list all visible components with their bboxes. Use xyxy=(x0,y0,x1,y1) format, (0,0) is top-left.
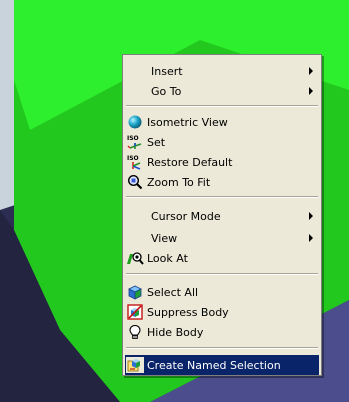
menu-item-label: View xyxy=(151,231,178,245)
menu-item-set[interactable]: ISO Set xyxy=(125,132,319,152)
menu-item-label: Set xyxy=(147,135,166,149)
menu-item-label: Suppress Body xyxy=(147,305,229,319)
submenu-arrow-icon xyxy=(309,87,313,95)
menu-item-zoom-to-fit[interactable]: Zoom To Fit xyxy=(125,172,319,192)
hide-body-icon xyxy=(126,324,144,340)
menu-item-label: Go To xyxy=(151,84,182,98)
look-at-icon xyxy=(126,250,144,266)
menu-item-go-to[interactable]: Go To xyxy=(125,81,319,101)
menu-item-label: Isometric View xyxy=(147,115,228,129)
menu-item-select-all[interactable]: Select All xyxy=(125,282,319,302)
isometric-sphere-icon xyxy=(126,114,144,130)
menu-item-label: Look At xyxy=(147,251,188,265)
menu-separator xyxy=(126,347,318,349)
iso-restore-icon: ISO xyxy=(126,154,144,170)
menu-item-label: Hide Body xyxy=(147,325,204,339)
named-selection-icon xyxy=(126,357,144,373)
iso-restore-icon-text: ISO xyxy=(127,155,139,162)
menu-item-label: Zoom To Fit xyxy=(147,175,211,189)
submenu-arrow-icon xyxy=(309,234,313,242)
menu-item-insert[interactable]: Insert xyxy=(125,61,319,81)
menu-item-restore-default[interactable]: ISO Restore Default xyxy=(125,152,319,172)
menu-item-label: Restore Default xyxy=(147,155,233,169)
submenu-arrow-icon xyxy=(309,67,313,75)
menu-separator xyxy=(126,196,318,198)
menu-separator xyxy=(126,273,318,275)
menu-item-cursor-mode[interactable]: Cursor Mode xyxy=(125,206,319,226)
iso-set-icon: ISO xyxy=(126,134,144,150)
zoom-to-fit-icon xyxy=(126,174,144,190)
menu-item-create-named-selection[interactable]: Create Named Selection xyxy=(125,355,319,375)
menu-item-label: Insert xyxy=(151,64,183,78)
menu-item-suppress-body[interactable]: Suppress Body xyxy=(125,302,319,322)
iso-set-icon-text: ISO xyxy=(127,135,139,142)
menu-item-hide-body[interactable]: Hide Body xyxy=(125,322,319,342)
context-menu: Insert Go To Isometric View ISO Set ISO … xyxy=(122,54,322,376)
menu-item-label: Cursor Mode xyxy=(151,209,221,223)
menu-item-isometric-view[interactable]: Isometric View xyxy=(125,112,319,132)
menu-item-label: Select All xyxy=(147,285,199,299)
select-all-icon xyxy=(126,284,144,300)
suppress-body-icon xyxy=(126,304,144,320)
menu-item-look-at[interactable]: Look At xyxy=(125,248,319,268)
menu-separator xyxy=(126,105,318,107)
menu-item-label: Create Named Selection xyxy=(147,358,281,372)
submenu-arrow-icon xyxy=(309,212,313,220)
menu-item-view[interactable]: View xyxy=(125,228,319,248)
